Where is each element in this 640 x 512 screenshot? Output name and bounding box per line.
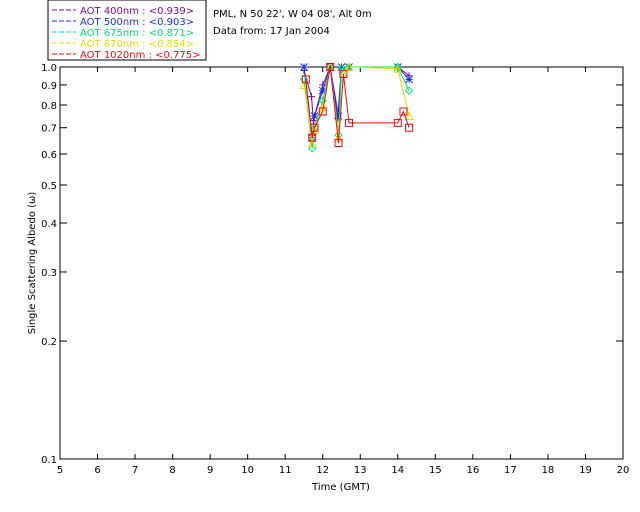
data-point bbox=[300, 63, 308, 71]
y-tick-label: 0.6 bbox=[41, 150, 57, 161]
y-tick-label: 0.5 bbox=[41, 181, 57, 192]
x-tick-label: 9 bbox=[207, 465, 213, 476]
x-axis-label: Time (GMT) bbox=[311, 482, 370, 493]
y-tick-label: 0.1 bbox=[41, 455, 57, 466]
albedo-chart: AOT 400nm : <0.939>AOT 500nm : <0.903>AO… bbox=[27, 0, 629, 493]
x-tick-label: 17 bbox=[504, 465, 517, 476]
x-tick-label: 16 bbox=[466, 465, 479, 476]
y-tick-label: 1.0 bbox=[41, 63, 57, 74]
x-tick-label: 18 bbox=[542, 465, 555, 476]
series-line bbox=[303, 66, 410, 138]
x-tick-label: 13 bbox=[354, 465, 367, 476]
legend-entry: AOT 400nm : <0.939> bbox=[80, 6, 194, 17]
x-tick-label: 10 bbox=[241, 465, 254, 476]
data-point bbox=[405, 123, 414, 132]
x-tick-label: 8 bbox=[169, 465, 175, 476]
x-tick-label: 12 bbox=[316, 465, 329, 476]
x-tick-label: 6 bbox=[94, 465, 100, 476]
y-tick-label: 0.3 bbox=[41, 268, 57, 279]
y-tick-label: 0.4 bbox=[41, 219, 57, 230]
series-line bbox=[303, 66, 410, 144]
legend-entry: AOT 675nm : <0.871> bbox=[80, 28, 194, 39]
x-tick-label: 11 bbox=[279, 465, 292, 476]
x-tick-label: 19 bbox=[579, 465, 592, 476]
legend-entry: AOT 500nm : <0.903> bbox=[80, 17, 194, 28]
x-tick-label: 15 bbox=[429, 465, 442, 476]
site-info: PML, N 50 22', W 04 08', Alt 0m bbox=[213, 9, 372, 20]
series-group bbox=[301, 63, 414, 147]
plot-area bbox=[59, 66, 624, 460]
data-point bbox=[405, 75, 413, 84]
x-tick-label: 5 bbox=[57, 465, 63, 476]
series-layer bbox=[299, 62, 414, 153]
y-tick-label: 0.9 bbox=[41, 81, 57, 92]
legend-entry: AOT 1020nm : <0.775> bbox=[80, 50, 200, 61]
x-tick-label: 14 bbox=[391, 465, 404, 476]
axis-ticks: 5 6 7 8 9 10 11 12 13 14 15 16 17 18 19 20 0.1 0.2 0.3 0.4 0… bbox=[41, 63, 629, 476]
date-info: Data from: 17 Jan 2004 bbox=[213, 26, 330, 37]
legend-entry: AOT 870nm : <0.854> bbox=[80, 39, 194, 50]
y-axis-label: Single Scattering Albedo (ω) bbox=[27, 192, 38, 335]
series-group bbox=[300, 63, 413, 142]
y-tick-label: 0.2 bbox=[41, 337, 57, 348]
data-point bbox=[307, 93, 315, 101]
x-tick-label: 7 bbox=[132, 465, 138, 476]
y-tick-label: 0.7 bbox=[41, 124, 57, 135]
x-tick-label: 20 bbox=[617, 465, 630, 476]
y-tick-label: 0.8 bbox=[41, 101, 57, 112]
